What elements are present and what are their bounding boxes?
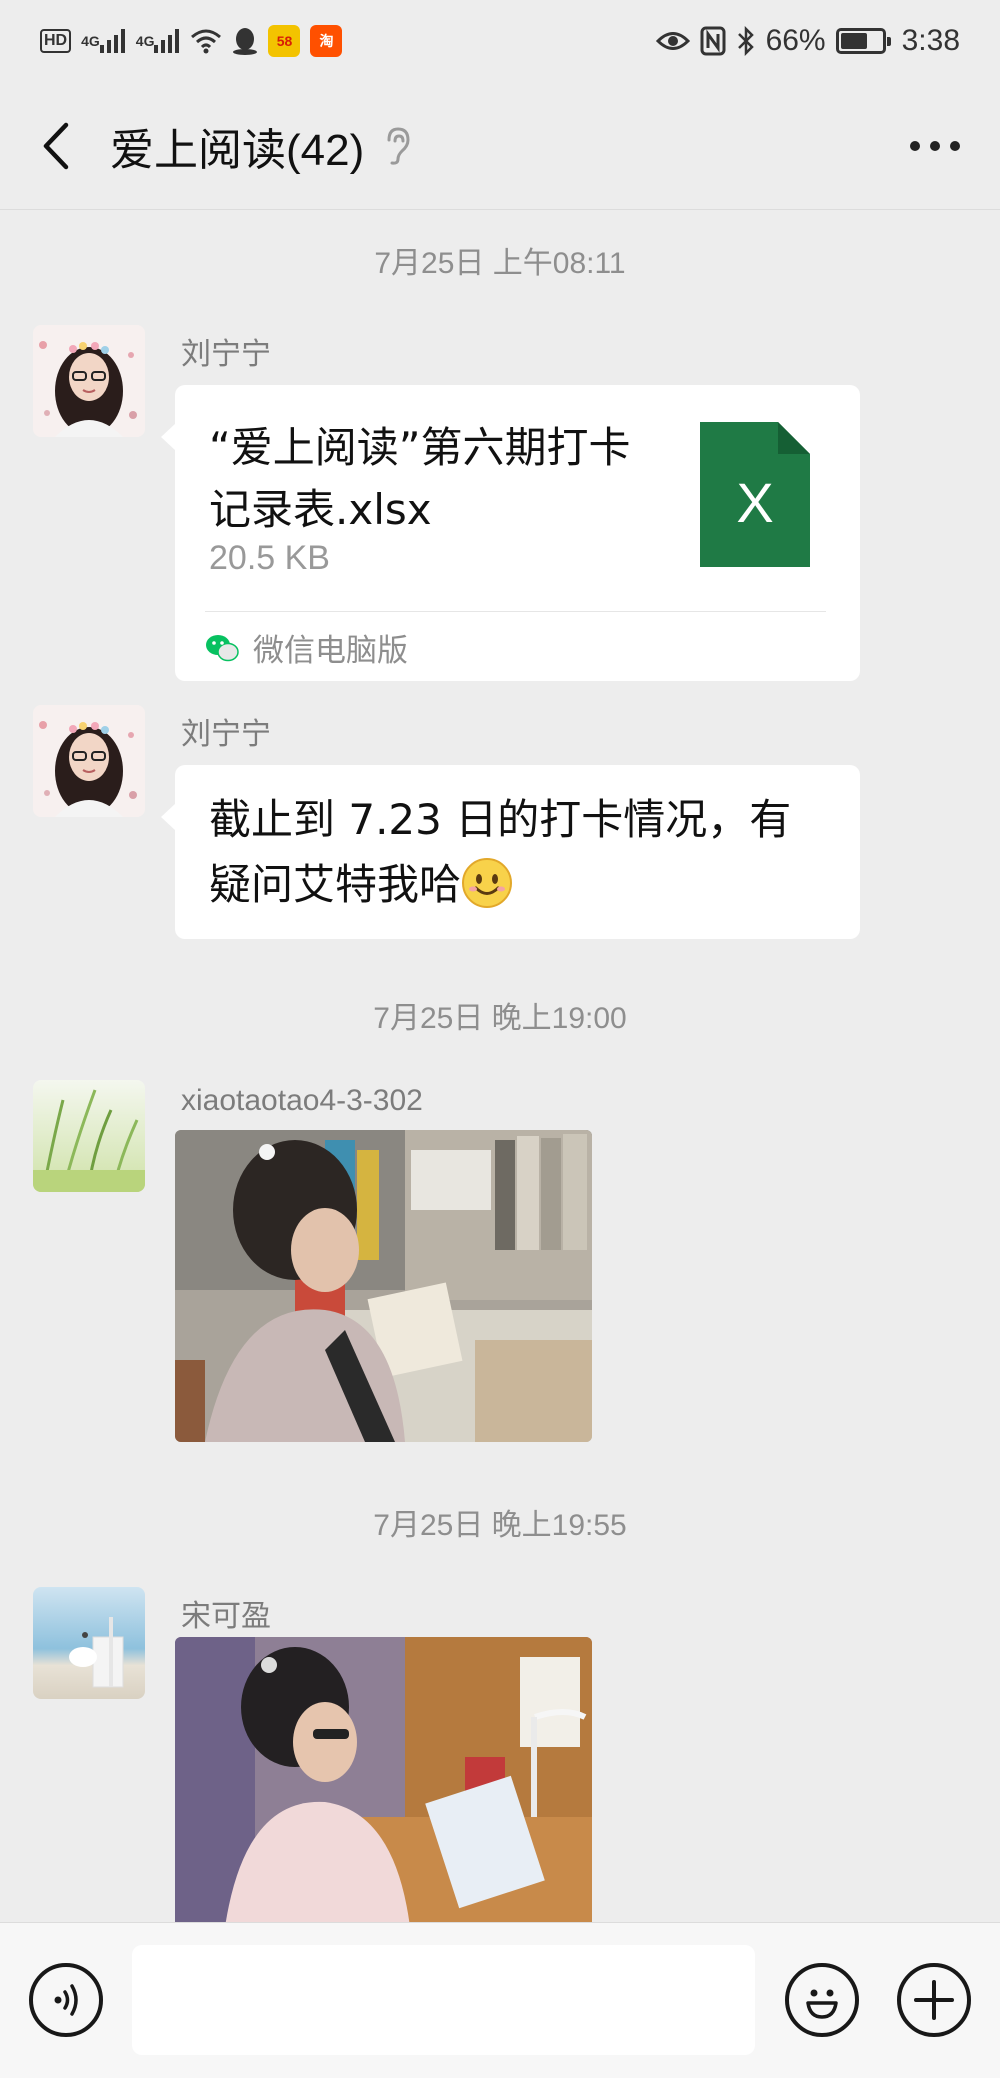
file-size: 20.5 KB [209, 539, 330, 577]
timestamp: 7月25日 晚上19:55 [373, 1509, 627, 1542]
file-source: 微信电脑版 [205, 625, 408, 670]
plus-icon [914, 1980, 954, 2020]
eye-icon [655, 30, 690, 52]
sender-name: 刘宁宁 [181, 338, 271, 371]
app-58-icon: 58 [268, 25, 301, 57]
battery-percent: 66% [765, 24, 826, 57]
smile-emoji [462, 858, 513, 908]
chat-message-list[interactable]: 7月25日 上午08:11 刘宁宁 “爱上阅读”第六期打卡记录表.xlsx 20… [0, 210, 1000, 1922]
file-name: “爱上阅读”第六期打卡记录表.xlsx [209, 423, 631, 534]
text-bubble[interactable]: 截止到 7.23 日的打卡情况，有疑问艾特我哈 [161, 765, 860, 939]
bluetooth-icon [736, 26, 756, 56]
battery-fill [840, 33, 867, 49]
status-left: HD 4G 4G 58 淘 [40, 25, 343, 57]
file-source-label: 微信电脑版 [253, 633, 408, 669]
voice-button[interactable] [29, 1963, 103, 2037]
emoji-icon [806, 1989, 838, 2019]
chevron-left-icon [43, 122, 69, 169]
status-time: 3:38 [901, 24, 960, 57]
more-dots-icon [910, 140, 920, 151]
file-card[interactable]: “爱上阅读”第六期打卡记录表.xlsx 20.5 KB X 微信电脑版 [161, 385, 860, 681]
signal-icon: 4G [136, 29, 181, 53]
more-functions-button[interactable] [897, 1963, 971, 2037]
girl-reading-with-lamp-photo [175, 1637, 592, 1922]
hd-icon: HD [40, 29, 72, 53]
voice-icon [54, 1984, 78, 2016]
battery-icon [835, 28, 891, 54]
girl-reading-at-desk-photo [175, 1130, 592, 1442]
status-bar: HD 4G 4G 58 淘 66% 3:38 [0, 0, 1000, 82]
back-button[interactable] [0, 82, 110, 209]
photo-message[interactable] [175, 1637, 592, 1922]
chat-header: 爱上阅读(42) [0, 82, 1000, 210]
avatar[interactable] [33, 325, 145, 437]
wechat-icon [206, 634, 239, 661]
input-bar [0, 1922, 1000, 2078]
status-right: 66% 3:38 [655, 24, 960, 58]
photo-message[interactable] [175, 1130, 592, 1442]
taobao-icon: 淘 [310, 25, 343, 57]
timestamp: 7月25日 上午08:11 [374, 247, 626, 280]
signal-icon: 4G [81, 29, 126, 53]
excel-letter: X [736, 471, 774, 534]
divider [205, 611, 826, 612]
more-dot [930, 140, 940, 151]
sender-name: xiaotaotao4-3-302 [181, 1084, 423, 1117]
sender-name: 宋可盈 [181, 1600, 271, 1633]
timestamp: 7月25日 晚上19:00 [373, 1002, 627, 1035]
avatar[interactable] [33, 1080, 145, 1192]
chat-title[interactable]: 爱上阅读(42) [110, 114, 364, 178]
ear-icon [382, 126, 412, 166]
qq-icon [232, 26, 258, 56]
emoji-button[interactable] [785, 1963, 859, 2037]
excel-file-icon: X [700, 422, 810, 567]
message-input[interactable] [132, 1945, 755, 2055]
more-options-button[interactable] [910, 82, 960, 209]
wifi-icon [190, 28, 222, 54]
more-dot [950, 140, 960, 151]
sender-name: 刘宁宁 [181, 718, 271, 751]
nfc-icon [700, 26, 726, 56]
avatar[interactable] [33, 1587, 145, 1699]
avatar[interactable] [33, 705, 145, 817]
